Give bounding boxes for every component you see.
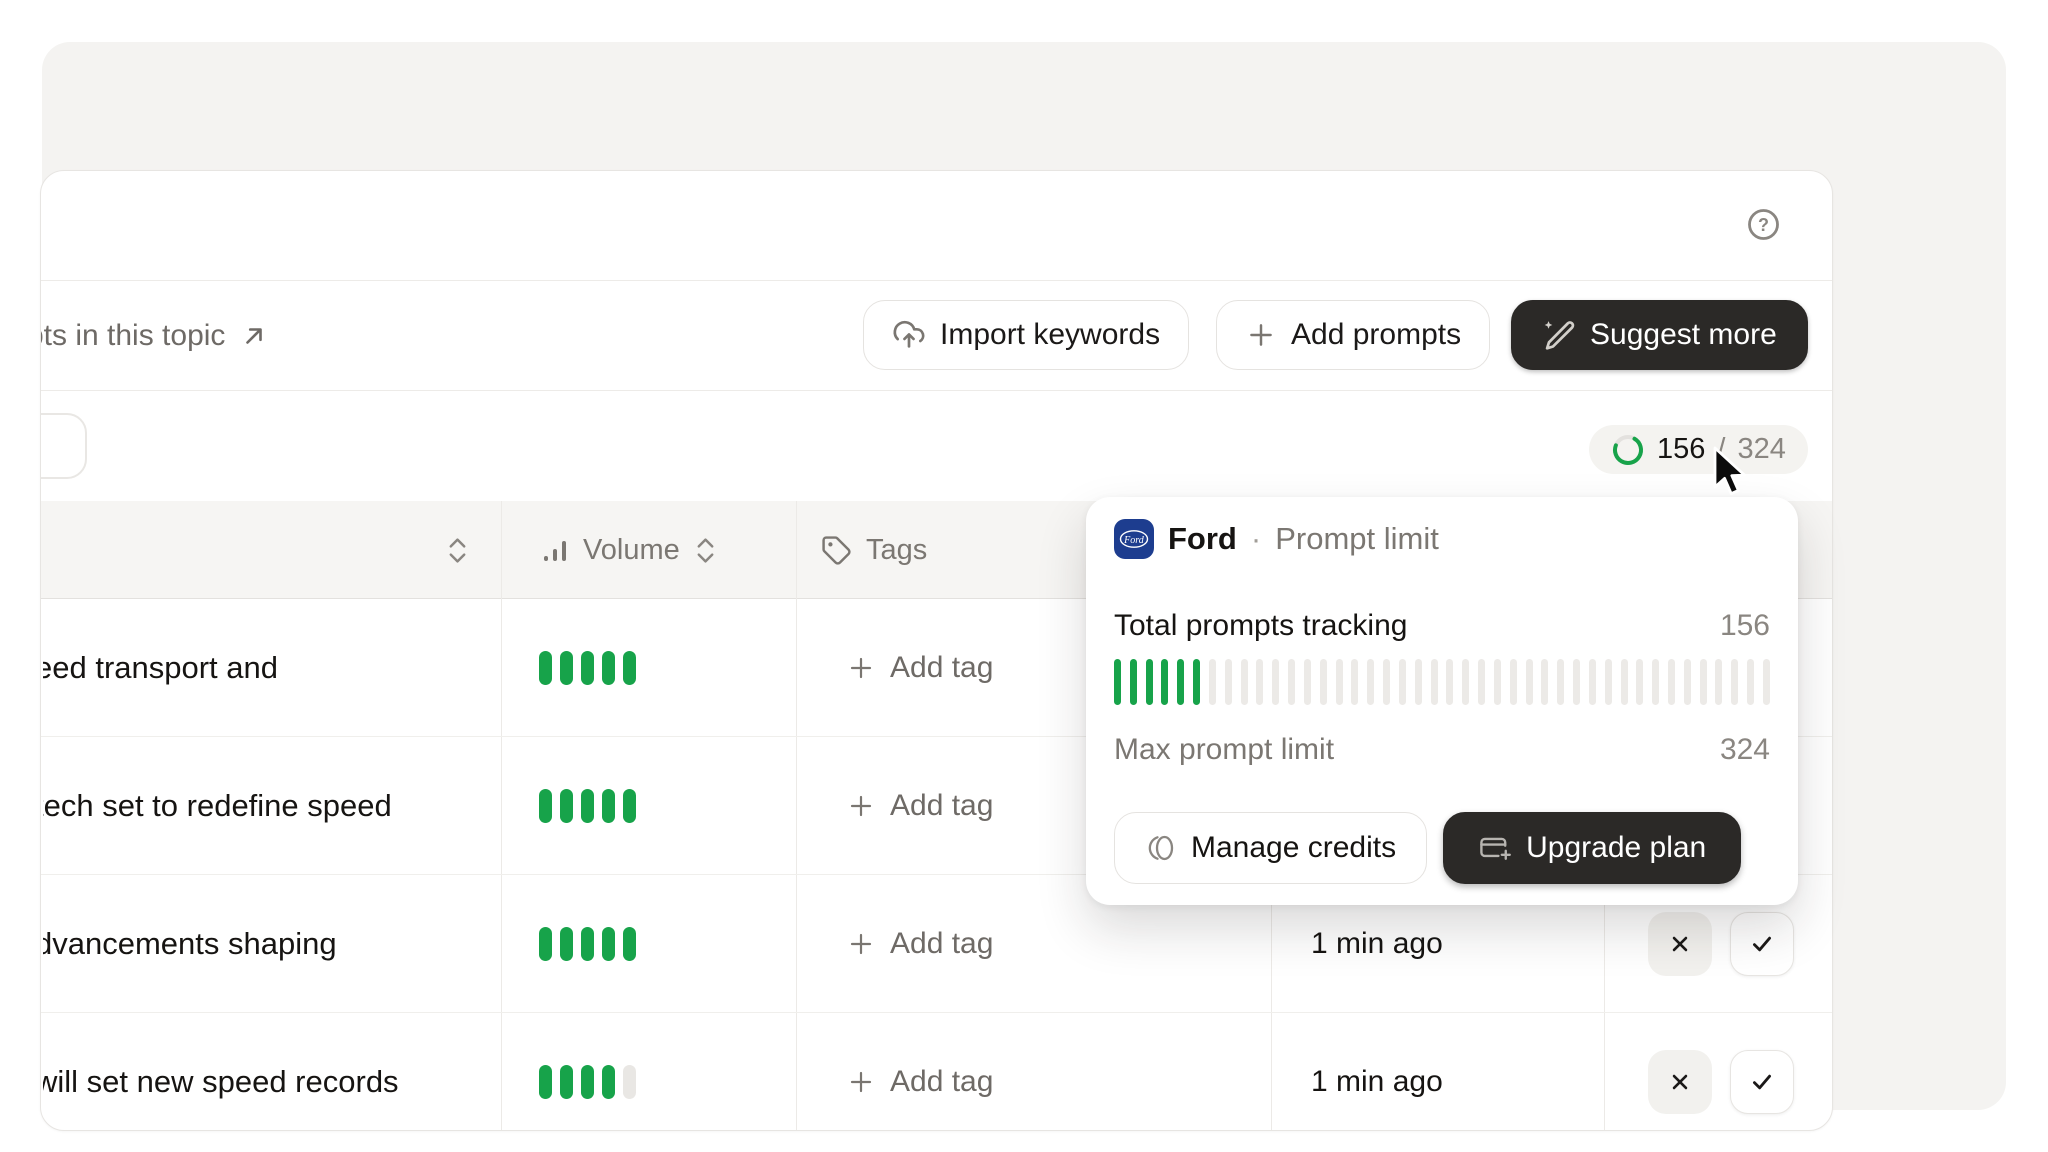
cloud-upload-icon bbox=[892, 318, 926, 352]
popover-title: Prompt limit bbox=[1275, 521, 1439, 557]
column-header-tags[interactable]: Tags bbox=[821, 501, 927, 599]
prompt-column-sort[interactable] bbox=[446, 501, 469, 599]
volume-bars bbox=[539, 875, 636, 1013]
prompt-limit-popover: Ford Ford · Prompt limit Total prompts t… bbox=[1086, 497, 1798, 905]
import-keywords-label: Import keywords bbox=[940, 318, 1160, 352]
check-icon bbox=[1748, 1068, 1776, 1096]
reject-button[interactable] bbox=[1648, 1050, 1712, 1114]
plus-icon bbox=[846, 929, 876, 959]
column-header-volume[interactable]: Volume bbox=[541, 501, 717, 599]
add-tag-label: Add tag bbox=[890, 651, 993, 685]
volume-sort-icon bbox=[694, 535, 717, 566]
mouse-cursor bbox=[1706, 444, 1752, 498]
add-tag-button[interactable]: Add tag bbox=[846, 599, 993, 737]
plus-icon bbox=[846, 653, 876, 683]
card-plus-icon bbox=[1478, 831, 1512, 865]
max-limit-value: 324 bbox=[1720, 733, 1770, 767]
suggest-more-label: Suggest more bbox=[1590, 318, 1777, 352]
arrow-up-right-icon bbox=[241, 323, 267, 349]
separator-dot: · bbox=[1251, 521, 1261, 557]
prompt-text: eed transport and bbox=[43, 599, 278, 737]
svg-text:Ford: Ford bbox=[1123, 535, 1145, 546]
panel-toolbar: pts in this topic Import keywords Add pr… bbox=[41, 281, 1832, 391]
total-prompts-label: Total prompts tracking bbox=[1114, 609, 1407, 643]
coin-icon bbox=[1145, 832, 1177, 864]
volume-bars bbox=[539, 737, 636, 875]
approve-button[interactable] bbox=[1730, 1050, 1794, 1114]
max-limit-label: Max prompt limit bbox=[1114, 733, 1334, 767]
add-tag-button[interactable]: Add tag bbox=[846, 737, 993, 875]
topic-link-label: pts in this topic bbox=[40, 319, 225, 353]
upgrade-plan-button[interactable]: Upgrade plan bbox=[1443, 812, 1741, 884]
approve-button[interactable] bbox=[1730, 912, 1794, 976]
volume-header-label: Volume bbox=[583, 534, 680, 567]
prompt-text: will set new speed records bbox=[43, 1013, 399, 1131]
plus-icon bbox=[846, 1067, 876, 1097]
plus-icon bbox=[1245, 319, 1277, 351]
clipped-filter-control[interactable] bbox=[40, 413, 87, 479]
prompt-text: dvancements shaping bbox=[43, 875, 337, 1013]
bar-chart-icon bbox=[541, 536, 569, 564]
add-tag-label: Add tag bbox=[890, 1065, 993, 1099]
filter-row: 156 / 324 bbox=[41, 391, 1832, 501]
total-prompts-line: Total prompts tracking 156 bbox=[1114, 606, 1770, 646]
panel-topbar: ? bbox=[41, 171, 1832, 281]
topic-link[interactable]: pts in this topic bbox=[40, 281, 267, 391]
manage-credits-label: Manage credits bbox=[1191, 831, 1396, 865]
svg-text:?: ? bbox=[1758, 215, 1769, 235]
brand-name: Ford bbox=[1168, 521, 1237, 557]
usage-current: 156 bbox=[1657, 433, 1705, 466]
prompt-usage-meter bbox=[1114, 658, 1770, 706]
total-prompts-value: 156 bbox=[1720, 609, 1770, 643]
volume-bars bbox=[539, 1013, 636, 1131]
volume-bars bbox=[539, 599, 636, 737]
suggest-more-button[interactable]: Suggest more bbox=[1511, 300, 1808, 370]
tag-icon bbox=[821, 535, 852, 566]
reject-button[interactable] bbox=[1648, 912, 1712, 976]
plus-icon bbox=[846, 791, 876, 821]
manage-credits-button[interactable]: Manage credits bbox=[1114, 812, 1427, 884]
ford-logo: Ford bbox=[1114, 519, 1154, 559]
import-keywords-button[interactable]: Import keywords bbox=[863, 300, 1189, 370]
add-tag-button[interactable]: Add tag bbox=[846, 875, 993, 1013]
add-prompts-label: Add prompts bbox=[1291, 318, 1461, 352]
max-limit-line: Max prompt limit 324 bbox=[1114, 730, 1770, 770]
row-actions bbox=[1648, 1013, 1794, 1131]
prompt-text: tech set to redefine speed bbox=[43, 737, 392, 875]
popover-actions: Manage credits Upgrade plan bbox=[1114, 812, 1770, 884]
tags-header-label: Tags bbox=[866, 534, 927, 567]
x-icon bbox=[1667, 1069, 1693, 1095]
table-row: will set new speed records Add tag 1 min… bbox=[41, 1013, 1832, 1131]
prompt-usage-counter[interactable]: 156 / 324 bbox=[1589, 425, 1808, 474]
added-timestamp: 1 min ago bbox=[1311, 1013, 1443, 1131]
add-tag-label: Add tag bbox=[890, 927, 993, 961]
add-tag-button[interactable]: Add tag bbox=[846, 1013, 993, 1131]
progress-ring-icon bbox=[1611, 433, 1645, 467]
pencil-sparkle-icon bbox=[1542, 318, 1576, 352]
check-icon bbox=[1748, 930, 1776, 958]
upgrade-plan-label: Upgrade plan bbox=[1526, 831, 1706, 865]
help-icon[interactable]: ? bbox=[1747, 208, 1780, 241]
add-prompts-button[interactable]: Add prompts bbox=[1216, 300, 1490, 370]
x-icon bbox=[1667, 931, 1693, 957]
add-tag-label: Add tag bbox=[890, 789, 993, 823]
popover-header: Ford Ford · Prompt limit bbox=[1114, 517, 1770, 561]
